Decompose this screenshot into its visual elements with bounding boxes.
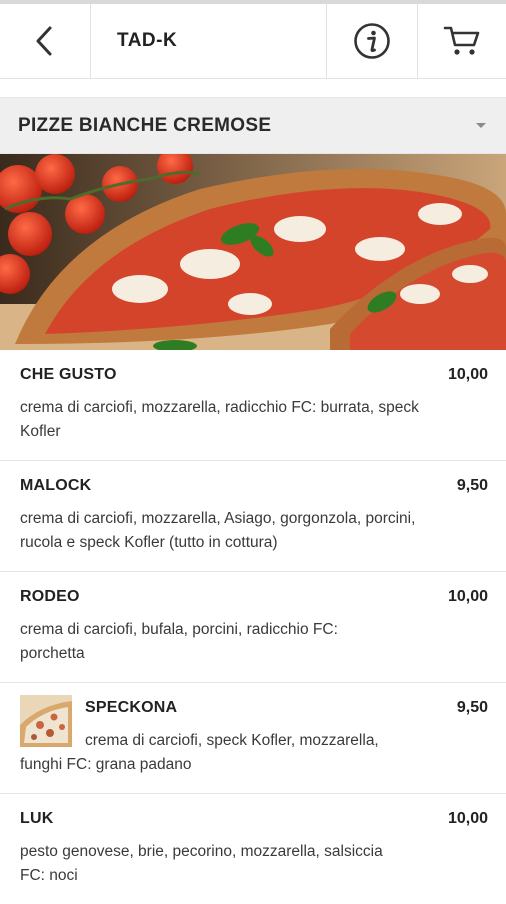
cart-button[interactable] xyxy=(418,4,506,78)
cart-icon xyxy=(443,26,480,55)
menu-item-che-gusto[interactable]: CHE GUSTO 10,00 crema di carciofi, mozza… xyxy=(0,350,506,461)
back-button[interactable] xyxy=(0,4,91,78)
info-button[interactable] xyxy=(327,4,418,78)
header-title-cell: TAD-K xyxy=(91,4,327,78)
menu-item-name: SPECKONA xyxy=(85,699,178,716)
menu-item-description: crema di carciofi, mozzarella, radicchio… xyxy=(20,399,419,440)
menu-item-description: crema di carciofi, speck Kofler, mozzare… xyxy=(85,732,379,749)
category-selector[interactable]: PIZZE BIANCHE CREMOSE xyxy=(0,97,506,154)
menu-item-name: RODEO xyxy=(20,588,80,605)
category-label: PIZZE BIANCHE CREMOSE xyxy=(18,114,272,136)
dropdown-arrow-icon xyxy=(476,123,486,128)
menu-item-speckona[interactable]: SPECKONA 9,50 crema di carciofi, speck K… xyxy=(0,683,506,794)
menu-item-malock[interactable]: MALOCK 9,50 crema di carciofi, mozzarell… xyxy=(0,461,506,572)
menu-item-description: pesto genovese, brie, pecorino, mozzarel… xyxy=(20,843,383,884)
menu-item-name: CHE GUSTO xyxy=(20,366,117,383)
menu-item-price: 10,00 xyxy=(447,588,488,605)
menu-item-description-cont: funghi FC: grana padano xyxy=(20,756,192,773)
menu-item-luk[interactable]: LUK 10,00 pesto genovese, brie, pecorino… xyxy=(0,794,506,904)
info-icon xyxy=(354,23,390,59)
menu-item-price: 10,00 xyxy=(447,810,488,827)
menu-item-price: 10,00 xyxy=(447,366,488,383)
menu-item-price: 9,50 xyxy=(456,699,488,716)
category-banner-image xyxy=(0,154,506,350)
menu-item-rodeo[interactable]: RODEO 10,00 crema di carciofi, bufala, p… xyxy=(0,572,506,683)
menu-item-name: LUK xyxy=(20,810,54,827)
page-title: TAD-K xyxy=(117,30,178,51)
menu-item-description: crema di carciofi, mozzarella, Asiago, g… xyxy=(20,510,416,551)
menu-item-description: crema di carciofi, bufala, porcini, radi… xyxy=(20,621,338,662)
menu-item-price: 9,50 xyxy=(456,477,488,494)
menu-item-thumbnail xyxy=(20,695,72,747)
chevron-left-icon xyxy=(36,26,52,56)
menu-item-name: MALOCK xyxy=(20,477,92,494)
app-header: TAD-K xyxy=(0,4,506,79)
